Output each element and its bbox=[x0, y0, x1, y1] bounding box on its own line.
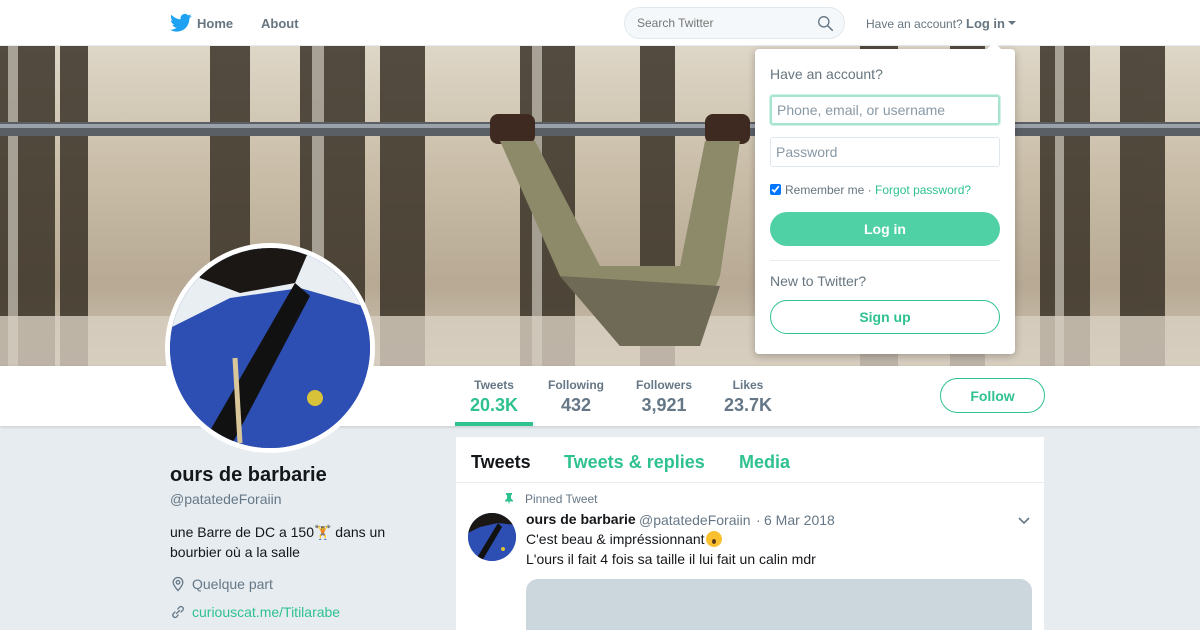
remember-row: Remember me · Forgot password? bbox=[770, 183, 971, 197]
remember-separator: · bbox=[867, 183, 872, 197]
dropdown-divider bbox=[770, 260, 1000, 261]
stat-followers-label: Followers bbox=[636, 378, 693, 392]
timeline-tabs: Tweets Tweets & replies Media bbox=[456, 437, 1044, 483]
account-prompt: Have an account? bbox=[866, 17, 963, 31]
pinned-tweet-label: Pinned Tweet bbox=[525, 492, 598, 506]
stat-likes-label: Likes bbox=[732, 378, 764, 392]
stat-tweets-label: Tweets bbox=[474, 378, 514, 392]
tweet-meta-separator: · bbox=[756, 512, 761, 528]
remember-me-label[interactable]: Remember me bbox=[785, 183, 864, 197]
tweet-date[interactable]: 6 Mar 2018 bbox=[764, 512, 835, 528]
pin-icon bbox=[505, 493, 513, 505]
profile-location: Quelque part bbox=[192, 576, 273, 592]
new-to-twitter-label: New to Twitter? bbox=[770, 273, 867, 289]
avatar-image bbox=[170, 248, 370, 448]
stat-tweets[interactable]: Tweets 20.3K bbox=[470, 378, 518, 416]
tweet-text-line-2: L'ours il fait 4 fois sa taille il lui f… bbox=[526, 551, 816, 567]
caret-down-icon[interactable] bbox=[1008, 21, 1016, 25]
login-dropdown-title: Have an account? bbox=[770, 66, 883, 82]
tweet-media[interactable] bbox=[526, 579, 1032, 630]
tweet-author-name[interactable]: ours de barbarie bbox=[526, 511, 636, 527]
astonished-emoji-icon bbox=[705, 531, 722, 547]
search-box[interactable] bbox=[624, 7, 845, 39]
stat-tweets-value: 20.3K bbox=[470, 395, 519, 415]
search-input[interactable] bbox=[637, 16, 807, 30]
login-dropdown: Have an account? Remember me · Forgot pa… bbox=[755, 42, 1015, 354]
forgot-password-link[interactable]: Forgot password? bbox=[875, 183, 971, 197]
tab-media[interactable]: Media bbox=[739, 452, 790, 473]
tweet-text-line-1-content: C'est beau & impréssionnant bbox=[526, 531, 705, 547]
stat-following-value: 432 bbox=[560, 395, 592, 415]
stat-followers[interactable]: Followers 3,921 bbox=[636, 378, 692, 416]
profile-avatar[interactable] bbox=[165, 243, 375, 453]
follow-button[interactable]: Follow bbox=[940, 378, 1045, 413]
tweet-author-avatar[interactable] bbox=[468, 513, 516, 561]
login-button[interactable]: Log in bbox=[770, 212, 1000, 246]
chevron-down-icon[interactable] bbox=[1018, 515, 1030, 525]
tweet-author-handle[interactable]: @patatedeForaiin bbox=[639, 512, 751, 528]
stat-following[interactable]: Following 432 bbox=[548, 378, 604, 416]
signup-button[interactable]: Sign up bbox=[770, 300, 1000, 334]
timeline: Tweets Tweets & replies Media Pinned Twe… bbox=[456, 437, 1044, 630]
stat-likes-value: 23.7K bbox=[724, 395, 773, 415]
tweet-text-line-1: C'est beau & impréssionnant bbox=[526, 531, 722, 547]
profile-handle[interactable]: @patatedeForaiin bbox=[170, 491, 282, 507]
nav-about-link[interactable]: About bbox=[261, 16, 299, 31]
stat-followers-value: 3,921 bbox=[641, 395, 687, 415]
tab-tweets[interactable]: Tweets bbox=[471, 452, 531, 473]
twitter-bird-icon[interactable] bbox=[170, 13, 192, 33]
active-stat-underline bbox=[455, 422, 533, 426]
stat-likes[interactable]: Likes 23.7K bbox=[724, 378, 772, 416]
username-field[interactable] bbox=[770, 95, 1000, 125]
remember-me-checkbox[interactable] bbox=[770, 184, 781, 195]
nav-home-link[interactable]: Home bbox=[197, 16, 233, 31]
location-pin-icon bbox=[172, 576, 184, 592]
profile-name[interactable]: ours de barbarie bbox=[170, 464, 327, 487]
search-icon[interactable] bbox=[817, 15, 834, 32]
link-icon bbox=[172, 605, 184, 619]
top-navigation-bar: Home About Have an account? Log in bbox=[0, 0, 1200, 46]
profile-website-link[interactable]: curiouscat.me/Titilarabe bbox=[192, 604, 340, 620]
password-field[interactable] bbox=[770, 137, 1000, 167]
stat-following-label: Following bbox=[548, 378, 604, 392]
nav-login-link[interactable]: Log in bbox=[966, 16, 1005, 31]
profile-bio: une Barre de DC a 150🏋️ dans un bourbier… bbox=[170, 524, 386, 560]
tab-tweets-and-replies[interactable]: Tweets & replies bbox=[564, 452, 705, 473]
dropdown-arrow bbox=[986, 42, 1002, 50]
